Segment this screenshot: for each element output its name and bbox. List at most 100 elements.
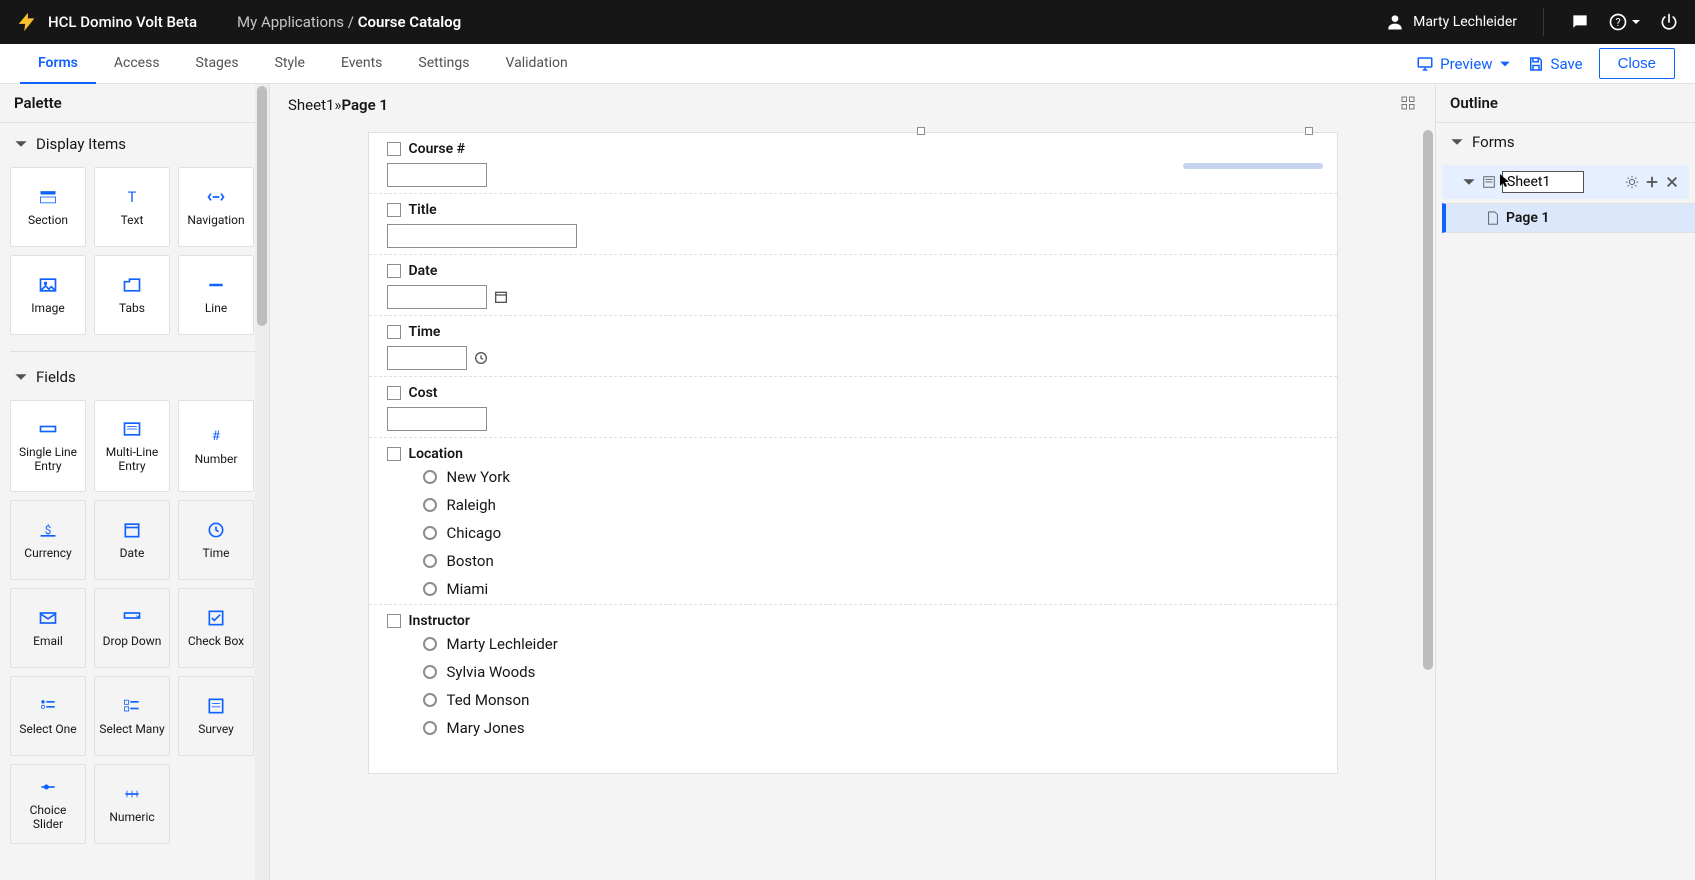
date-input[interactable]: [387, 285, 487, 309]
outline-sheet-row[interactable]: [1442, 165, 1689, 199]
tab-forms[interactable]: Forms: [20, 44, 96, 84]
palette-item-label: Line: [205, 301, 227, 315]
field-select-checkbox[interactable]: [387, 447, 401, 461]
tab-access[interactable]: Access: [96, 44, 178, 84]
palette-item-currency[interactable]: $Currency: [10, 500, 86, 580]
palette-item-time[interactable]: Time: [178, 500, 254, 580]
selectone-icon: [38, 696, 58, 716]
field-date[interactable]: Date: [369, 255, 1337, 316]
breadcrumb-my-apps[interactable]: My Applications: [237, 13, 344, 31]
tab-style[interactable]: Style: [257, 44, 323, 84]
user-name: Marty Lechleider: [1413, 14, 1517, 30]
palette-item-line[interactable]: Line: [178, 255, 254, 335]
field-select-checkbox[interactable]: [387, 325, 401, 339]
preview-button[interactable]: Preview: [1416, 55, 1510, 73]
close-icon[interactable]: [1665, 175, 1679, 189]
palette-item-choiceslider[interactable]: Choice Slider: [10, 764, 86, 844]
outline-page-row[interactable]: Page 1: [1442, 203, 1695, 233]
power-button[interactable]: [1659, 12, 1679, 32]
tab-stages[interactable]: Stages: [178, 44, 257, 84]
radio-option[interactable]: Chicago: [423, 524, 1319, 542]
canvas-scrollbar[interactable]: [1423, 128, 1433, 878]
outline-section-label: Forms: [1472, 133, 1515, 151]
topbar: HCL Domino Volt Beta My Applications / C…: [0, 0, 1695, 44]
calendar-icon[interactable]: [493, 289, 509, 305]
plus-icon[interactable]: [1645, 175, 1659, 189]
line-icon: [206, 275, 226, 295]
radio-option[interactable]: Marty Lechleider: [423, 635, 1319, 653]
field-title[interactable]: Title: [369, 194, 1337, 255]
palette-item-text[interactable]: TText: [94, 167, 170, 247]
palette-item-date[interactable]: Date: [94, 500, 170, 580]
palette-item-label: Select Many: [99, 722, 164, 736]
radio-label: Chicago: [447, 524, 502, 542]
field-select-checkbox[interactable]: [387, 614, 401, 628]
save-button[interactable]: Save: [1527, 55, 1583, 73]
radio-option[interactable]: New York: [423, 468, 1319, 486]
gear-icon[interactable]: [1625, 175, 1639, 189]
palette-item-label: Numeric: [109, 810, 154, 824]
tab-settings[interactable]: Settings: [400, 44, 487, 84]
palette-item-section[interactable]: Section: [10, 167, 86, 247]
radio-option[interactable]: Raleigh: [423, 496, 1319, 514]
group-fields-header[interactable]: Fields: [0, 356, 269, 394]
sheet-name-input[interactable]: [1502, 171, 1584, 193]
tab-events[interactable]: Events: [323, 44, 400, 84]
palette-item-email[interactable]: Email: [10, 588, 86, 668]
radio-option[interactable]: Miami: [423, 580, 1319, 598]
field-instructor[interactable]: Instructor Marty Lechleider Sylvia Woods…: [369, 605, 1337, 743]
radio-option[interactable]: Mary Jones: [423, 719, 1319, 737]
canvas-breadcrumb-sheet[interactable]: Sheet1: [288, 96, 334, 114]
field-select-checkbox[interactable]: [387, 203, 401, 217]
palette-item-number[interactable]: #Number: [178, 400, 254, 492]
field-time[interactable]: Time: [369, 316, 1337, 377]
palette-item-dropdown[interactable]: Drop Down: [94, 588, 170, 668]
canvas-expand-button[interactable]: [1399, 94, 1417, 116]
palette-item-singleline[interactable]: Single Line Entry: [10, 400, 86, 492]
palette-scrollbar[interactable]: [255, 84, 269, 880]
palette-item-label: Survey: [198, 722, 234, 736]
radio-icon: [423, 526, 437, 540]
radio-option[interactable]: Boston: [423, 552, 1319, 570]
drop-zone[interactable]: [1183, 163, 1323, 169]
field-select-checkbox[interactable]: [387, 264, 401, 278]
help-button[interactable]: ?: [1608, 12, 1641, 32]
numeric-icon: [122, 784, 142, 804]
palette-item-checkbox[interactable]: Check Box: [178, 588, 254, 668]
outline-page-label: Page 1: [1506, 210, 1549, 226]
survey-icon: [206, 696, 226, 716]
cost-input[interactable]: [387, 407, 487, 431]
radio-icon: [423, 554, 437, 568]
radio-option[interactable]: Sylvia Woods: [423, 663, 1319, 681]
palette-item-survey[interactable]: Survey: [178, 676, 254, 756]
palette-item-multiline[interactable]: Multi-Line Entry: [94, 400, 170, 492]
palette-item-tabs[interactable]: Tabs: [94, 255, 170, 335]
tabs-icon: [122, 275, 142, 295]
field-cost[interactable]: Cost: [369, 377, 1337, 438]
close-button[interactable]: Close: [1599, 48, 1675, 79]
outline-forms-header[interactable]: Forms: [1436, 123, 1695, 161]
palette-item-numeric[interactable]: Numeric: [94, 764, 170, 844]
palette-item-selectmany[interactable]: Select Many: [94, 676, 170, 756]
title-input[interactable]: [387, 224, 577, 248]
form-page[interactable]: Course # Title Date Time Cost: [368, 132, 1338, 774]
palette-item-label: Email: [33, 634, 63, 648]
clock-icon[interactable]: [473, 350, 489, 366]
field-select-checkbox[interactable]: [387, 142, 401, 156]
field-location[interactable]: Location New York Raleigh Chicago Boston…: [369, 438, 1337, 605]
palette-item-label: Multi-Line Entry: [99, 445, 165, 473]
radio-icon: [423, 665, 437, 679]
svg-text:?: ?: [1615, 16, 1620, 29]
checkbox-icon: [206, 608, 226, 628]
palette-item-image[interactable]: Image: [10, 255, 86, 335]
palette-item-selectone[interactable]: Select One: [10, 676, 86, 756]
group-display-header[interactable]: Display Items: [0, 123, 269, 161]
radio-option[interactable]: Ted Monson: [423, 691, 1319, 709]
user-menu[interactable]: Marty Lechleider: [1385, 12, 1517, 32]
time-input[interactable]: [387, 346, 467, 370]
palette-item-navigation[interactable]: Navigation: [178, 167, 254, 247]
field-select-checkbox[interactable]: [387, 386, 401, 400]
chat-button[interactable]: [1570, 12, 1590, 32]
tab-validation[interactable]: Validation: [488, 44, 586, 84]
course-input[interactable]: [387, 163, 487, 187]
